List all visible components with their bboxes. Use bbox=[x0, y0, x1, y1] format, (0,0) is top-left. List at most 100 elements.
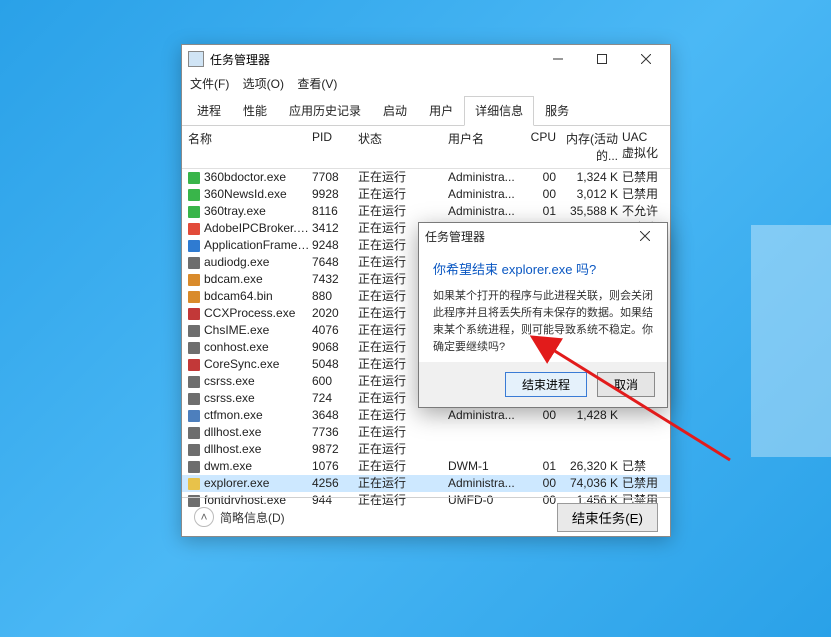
maximize-button[interactable] bbox=[580, 45, 624, 73]
process-icon bbox=[188, 410, 200, 422]
process-icon bbox=[188, 393, 200, 405]
col-mem[interactable]: 内存(活动的... bbox=[562, 130, 622, 164]
tab-0[interactable]: 进程 bbox=[186, 96, 232, 126]
process-mem: 1,324 K bbox=[562, 170, 622, 185]
dialog-heading: 你希望结束 explorer.exe 吗? bbox=[433, 259, 653, 278]
col-status[interactable]: 状态 bbox=[358, 130, 448, 164]
process-name: 360bdoctor.exe bbox=[204, 170, 312, 185]
process-icon bbox=[188, 240, 200, 252]
process-pid: 7648 bbox=[312, 255, 358, 270]
process-icon bbox=[188, 274, 200, 286]
process-user: DWM-1 bbox=[448, 459, 524, 474]
process-pid: 9872 bbox=[312, 442, 358, 457]
process-name: bdcam64.bin bbox=[204, 289, 312, 304]
table-row[interactable]: dllhost.exe7736正在运行 bbox=[182, 424, 670, 441]
menu-options[interactable]: 选项(O) bbox=[243, 77, 284, 91]
menubar: 文件(F) 选项(O) 查看(V) bbox=[182, 73, 670, 96]
process-uac: 已禁用 bbox=[622, 170, 662, 185]
process-mem: 35,588 K bbox=[562, 204, 622, 219]
dialog-close-button[interactable] bbox=[629, 223, 661, 249]
process-pid: 5048 bbox=[312, 357, 358, 372]
menu-view[interactable]: 查看(V) bbox=[297, 77, 337, 91]
dialog-titlebar[interactable]: 任务管理器 bbox=[419, 223, 667, 249]
process-icon bbox=[188, 444, 200, 456]
dialog-cancel-button[interactable]: 取消 bbox=[597, 372, 655, 397]
process-pid: 880 bbox=[312, 289, 358, 304]
process-uac: 不允许 bbox=[622, 204, 662, 219]
process-icon bbox=[188, 223, 200, 235]
col-uac[interactable]: UAC 虚拟化 bbox=[622, 130, 662, 164]
process-pid: 7432 bbox=[312, 272, 358, 287]
process-name: explorer.exe bbox=[204, 476, 312, 491]
end-task-button[interactable]: 结束任务(E) bbox=[557, 503, 658, 532]
minimize-button[interactable] bbox=[536, 45, 580, 73]
tab-4[interactable]: 用户 bbox=[418, 96, 464, 126]
process-name: ctfmon.exe bbox=[204, 408, 312, 423]
process-icon bbox=[188, 342, 200, 354]
process-icon bbox=[188, 291, 200, 303]
process-icon bbox=[188, 478, 200, 490]
process-status: 正在运行 bbox=[358, 459, 448, 474]
process-status: 正在运行 bbox=[358, 476, 448, 491]
process-cpu: 00 bbox=[524, 187, 562, 202]
process-pid: 3648 bbox=[312, 408, 358, 423]
process-cpu: 01 bbox=[524, 459, 562, 474]
process-pid: 7708 bbox=[312, 170, 358, 185]
table-row[interactable]: 360NewsId.exe9928正在运行Administra...003,01… bbox=[182, 186, 670, 203]
tab-1[interactable]: 性能 bbox=[232, 96, 278, 126]
process-pid: 1076 bbox=[312, 459, 358, 474]
table-row[interactable]: dllhost.exe9872正在运行 bbox=[182, 441, 670, 458]
table-row[interactable]: dwm.exe1076正在运行DWM-10126,320 K已禁 bbox=[182, 458, 670, 475]
process-user: Administra... bbox=[448, 170, 524, 185]
dialog-end-process-button[interactable]: 结束进程 bbox=[505, 372, 587, 397]
titlebar[interactable]: 任务管理器 bbox=[182, 45, 670, 73]
table-row[interactable]: 360tray.exe8116正在运行Administra...0135,588… bbox=[182, 203, 670, 220]
col-name[interactable]: 名称 bbox=[188, 130, 312, 164]
menu-file[interactable]: 文件(F) bbox=[190, 77, 229, 91]
fewer-details-button[interactable]: ˄ 简略信息(D) bbox=[194, 507, 285, 527]
process-user: Administra... bbox=[448, 204, 524, 219]
process-icon bbox=[188, 376, 200, 388]
process-status: 正在运行 bbox=[358, 408, 448, 423]
tab-3[interactable]: 启动 bbox=[372, 96, 418, 126]
table-row[interactable]: ctfmon.exe3648正在运行Administra...001,428 K bbox=[182, 407, 670, 424]
window-footer: ˄ 简略信息(D) 结束任务(E) bbox=[182, 497, 670, 536]
process-uac: 已禁 bbox=[622, 459, 662, 474]
process-mem: 26,320 K bbox=[562, 459, 622, 474]
process-name: ApplicationFrameH... bbox=[204, 238, 312, 253]
process-pid: 7736 bbox=[312, 425, 358, 440]
process-icon bbox=[188, 427, 200, 439]
dialog-body-text: 如果某个打开的程序与此进程关联，则会关闭此程序并且将丢失所有未保存的数据。如果结… bbox=[433, 288, 653, 356]
process-pid: 4076 bbox=[312, 323, 358, 338]
tab-6[interactable]: 服务 bbox=[534, 96, 580, 126]
process-mem: 74,036 K bbox=[562, 476, 622, 491]
grid-header[interactable]: 名称 PID 状态 用户名 CPU 内存(活动的... UAC 虚拟化 bbox=[182, 126, 670, 169]
process-name: conhost.exe bbox=[204, 340, 312, 355]
table-row[interactable]: 360bdoctor.exe7708正在运行Administra...001,3… bbox=[182, 169, 670, 186]
col-cpu[interactable]: CPU bbox=[524, 130, 562, 164]
process-cpu: 01 bbox=[524, 204, 562, 219]
process-uac: 已禁用 bbox=[622, 187, 662, 202]
process-status: 正在运行 bbox=[358, 170, 448, 185]
process-uac: 已禁用 bbox=[622, 476, 662, 491]
col-pid[interactable]: PID bbox=[312, 130, 358, 164]
tab-2[interactable]: 应用历史记录 bbox=[278, 96, 372, 126]
process-status: 正在运行 bbox=[358, 442, 448, 457]
process-pid: 9248 bbox=[312, 238, 358, 253]
tab-bar: 进程性能应用历史记录启动用户详细信息服务 bbox=[182, 96, 670, 126]
process-name: csrss.exe bbox=[204, 391, 312, 406]
chevron-up-icon: ˄ bbox=[194, 507, 214, 527]
process-icon bbox=[188, 189, 200, 201]
process-cpu: 00 bbox=[524, 408, 562, 423]
process-icon bbox=[188, 359, 200, 371]
close-button[interactable] bbox=[624, 45, 668, 73]
table-row[interactable]: explorer.exe4256正在运行Administra...0074,03… bbox=[182, 475, 670, 492]
process-icon bbox=[188, 325, 200, 337]
process-name: csrss.exe bbox=[204, 374, 312, 389]
tab-5[interactable]: 详细信息 bbox=[464, 96, 534, 126]
col-user[interactable]: 用户名 bbox=[448, 130, 524, 164]
process-mem: 1,428 K bbox=[562, 408, 622, 423]
process-mem: 3,012 K bbox=[562, 187, 622, 202]
process-status: 正在运行 bbox=[358, 425, 448, 440]
process-pid: 3412 bbox=[312, 221, 358, 236]
